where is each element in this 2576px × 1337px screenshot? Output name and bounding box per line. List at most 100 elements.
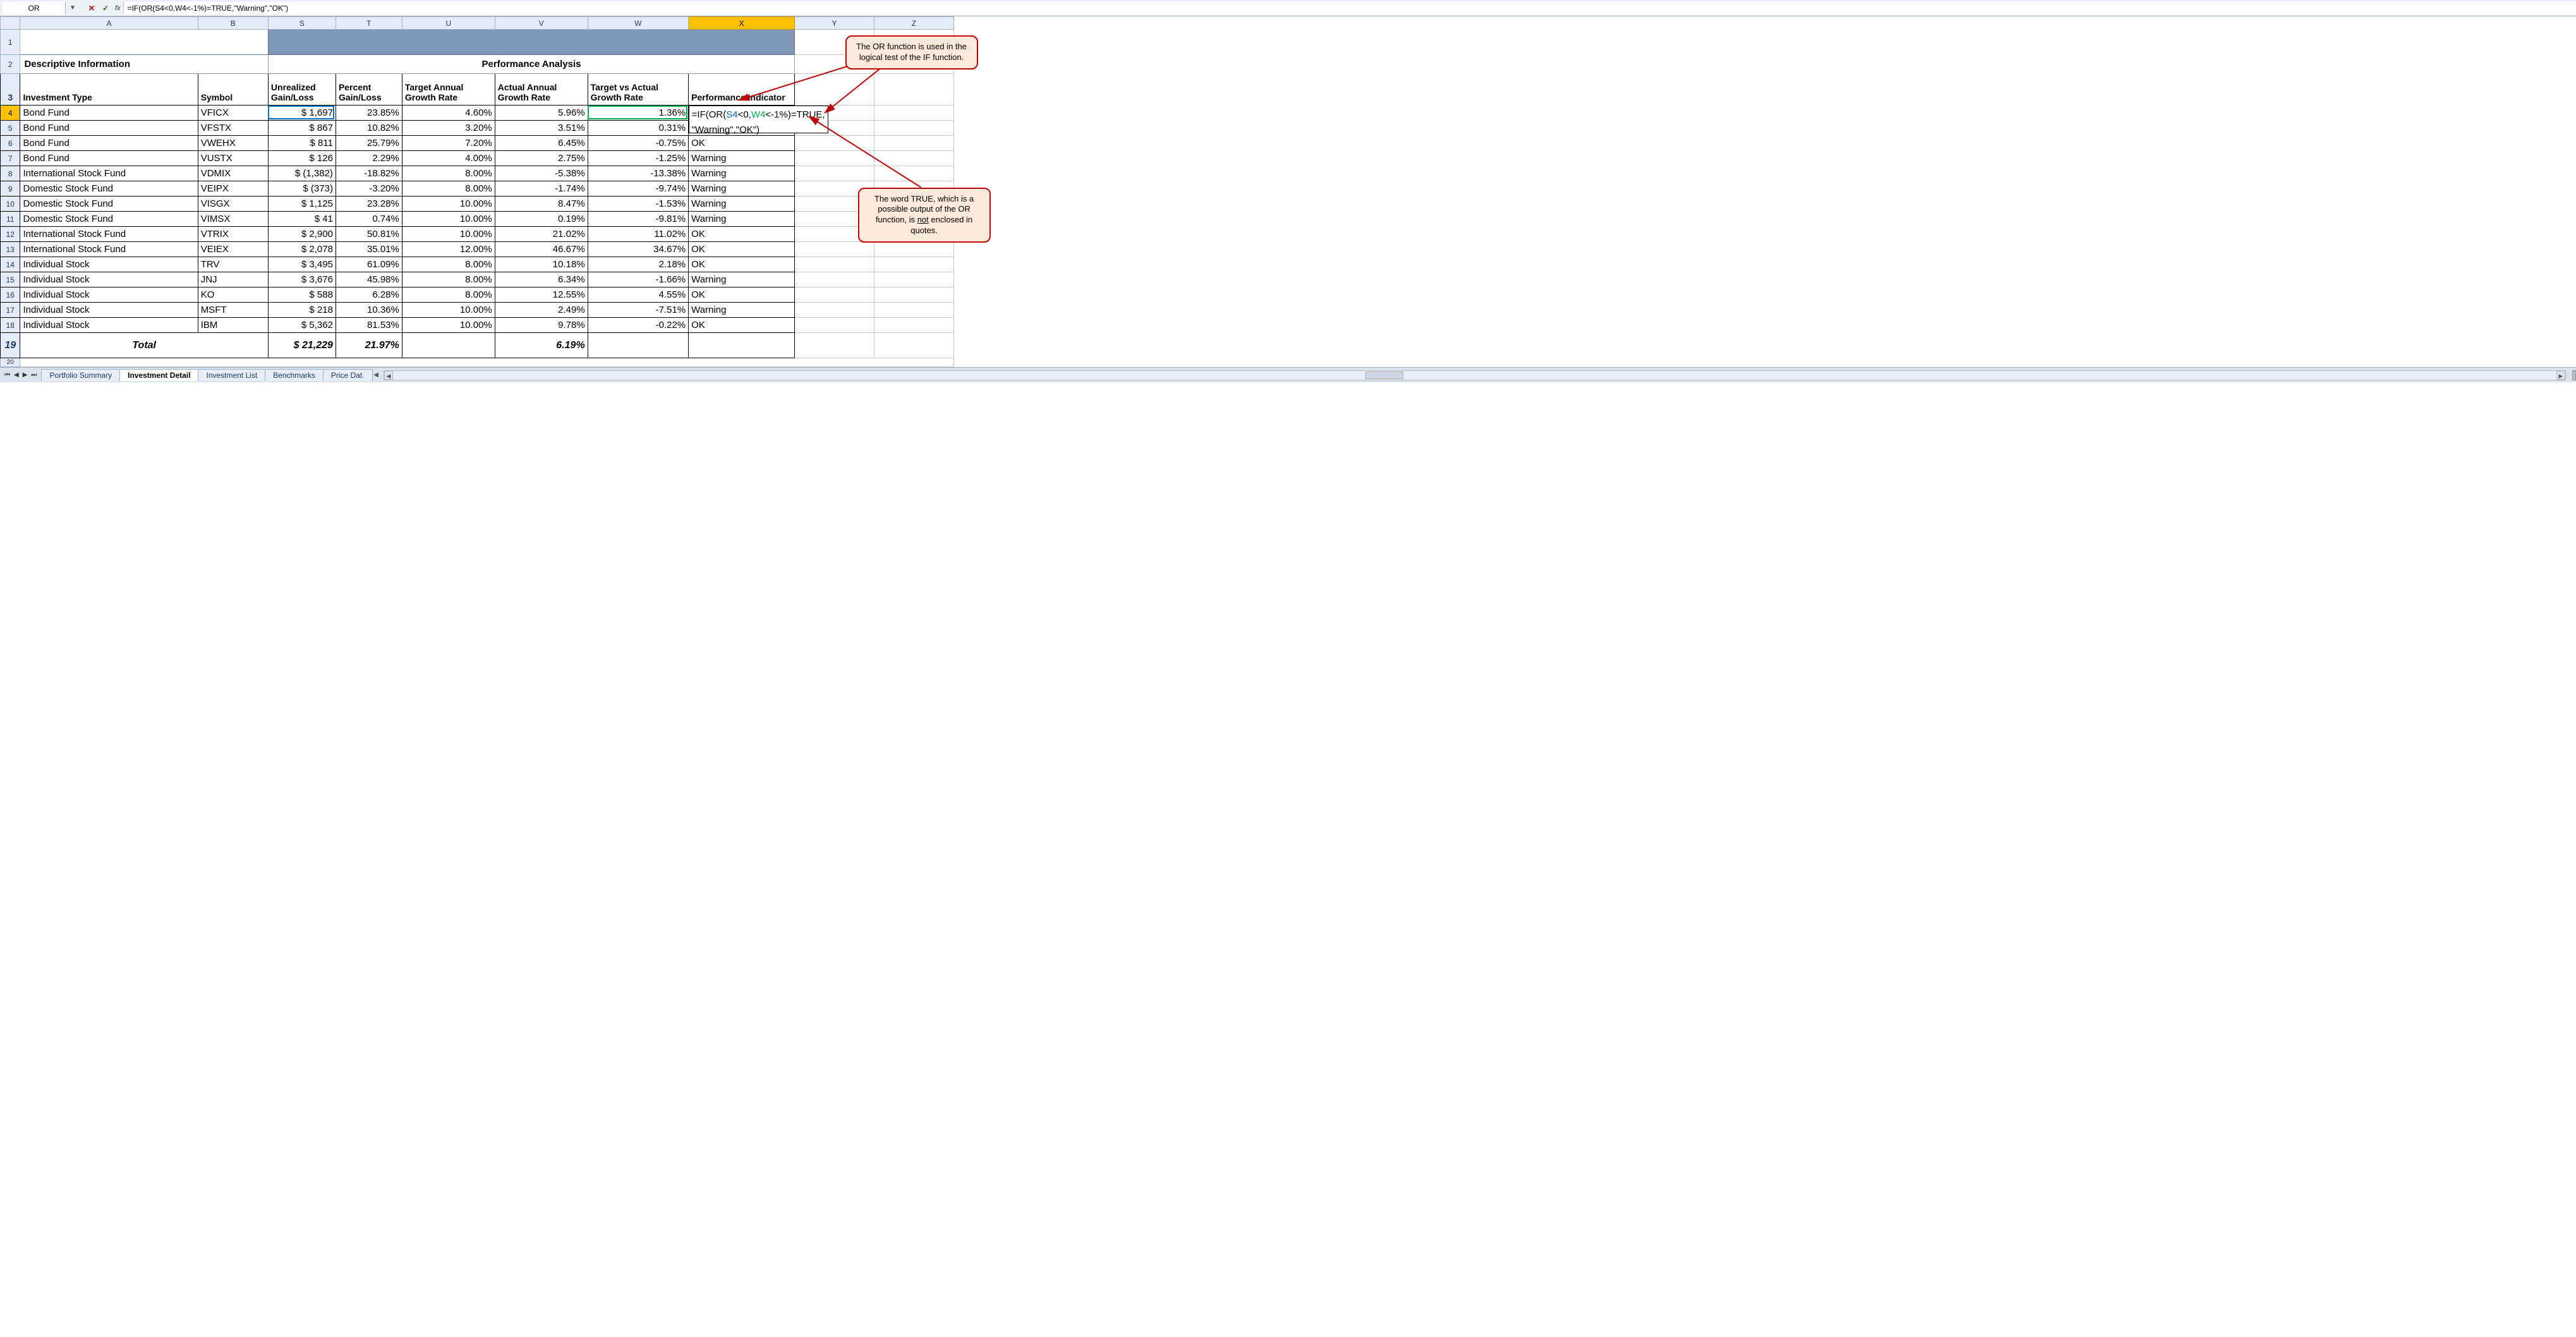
cell-A10[interactable]: Domestic Stock Fund <box>20 197 198 212</box>
cell-T18[interactable]: 81.53% <box>336 318 402 333</box>
header-target-annual-growth[interactable]: Target Annual Growth Rate <box>402 74 495 106</box>
tab-investment-list[interactable]: Investment List <box>198 369 265 381</box>
col-header-T[interactable]: T <box>336 17 402 30</box>
cell-W13[interactable]: 34.67% <box>588 242 689 257</box>
cell-U10[interactable]: 10.00% <box>402 197 495 212</box>
cell-Z8[interactable] <box>874 166 953 181</box>
cell-U12[interactable]: 10.00% <box>402 227 495 242</box>
col-header-A[interactable]: A <box>20 17 198 30</box>
cell-V6[interactable]: 6.45% <box>495 136 588 151</box>
row-header-14[interactable]: 14 <box>1 257 20 272</box>
cell-X15[interactable]: Warning <box>689 272 795 287</box>
cell-Y6[interactable] <box>795 136 874 151</box>
cell-U4[interactable]: 4.60% <box>402 106 495 121</box>
cell-Z7[interactable] <box>874 151 953 166</box>
cell-S16[interactable]: $ 588 <box>268 287 336 303</box>
cell-V4[interactable]: 5.96% <box>495 106 588 121</box>
total-percent[interactable]: 21.97% <box>336 333 402 358</box>
cell-T9[interactable]: -3.20% <box>336 181 402 197</box>
cell-B7[interactable]: VUSTX <box>198 151 268 166</box>
hscroll-split-handle[interactable] <box>2572 370 2576 380</box>
cell-A14[interactable]: Individual Stock <box>20 257 198 272</box>
cell-A13[interactable]: International Stock Fund <box>20 242 198 257</box>
cell-A15[interactable]: Individual Stock <box>20 272 198 287</box>
col-header-W[interactable]: W <box>588 17 689 30</box>
cell-W7[interactable]: -1.25% <box>588 151 689 166</box>
cell-T13[interactable]: 35.01% <box>336 242 402 257</box>
col-header-V[interactable]: V <box>495 17 588 30</box>
cell-X14[interactable]: OK <box>689 257 795 272</box>
cell-X9[interactable]: Warning <box>689 181 795 197</box>
cell-X16[interactable]: OK <box>689 287 795 303</box>
cell-V17[interactable]: 2.49% <box>495 303 588 318</box>
cell-Z6[interactable] <box>874 136 953 151</box>
cell-Z15[interactable] <box>874 272 953 287</box>
cell-W12[interactable]: 11.02% <box>588 227 689 242</box>
cell-V15[interactable]: 6.34% <box>495 272 588 287</box>
cell-edit-overlay[interactable]: =IF(OR(S4<0,W4<-1%)=TRUE, "Warning","OK"… <box>689 106 828 133</box>
cell-A16[interactable]: Individual Stock <box>20 287 198 303</box>
cell-S17[interactable]: $ 218 <box>268 303 336 318</box>
cell-Y8[interactable] <box>795 166 874 181</box>
cell-T15[interactable]: 45.98% <box>336 272 402 287</box>
cell-A5[interactable]: Bond Fund <box>20 121 198 136</box>
total-x[interactable] <box>689 333 795 358</box>
cell-W4[interactable]: 1.36% <box>588 106 689 121</box>
tab-nav-next-icon[interactable]: ▶ <box>21 372 30 378</box>
cell-S10[interactable]: $ 1,125 <box>268 197 336 212</box>
cell-Y7[interactable] <box>795 151 874 166</box>
row-header-2[interactable]: 2 <box>1 55 20 74</box>
col-header-B[interactable]: B <box>198 17 268 30</box>
cell-S18[interactable]: $ 5,362 <box>268 318 336 333</box>
cell-B9[interactable]: VEIPX <box>198 181 268 197</box>
cell-A9[interactable]: Domestic Stock Fund <box>20 181 198 197</box>
cell-Z4[interactable] <box>874 106 953 121</box>
cell-X7[interactable]: Warning <box>689 151 795 166</box>
cell-U8[interactable]: 8.00% <box>402 166 495 181</box>
cell-B15[interactable]: JNJ <box>198 272 268 287</box>
cell-U9[interactable]: 8.00% <box>402 181 495 197</box>
cell-T16[interactable]: 6.28% <box>336 287 402 303</box>
cell-W11[interactable]: -9.81% <box>588 212 689 227</box>
cell-V8[interactable]: -5.38% <box>495 166 588 181</box>
row-header-13[interactable]: 13 <box>1 242 20 257</box>
row-header-4[interactable]: 4 <box>1 106 20 121</box>
cell-V10[interactable]: 8.47% <box>495 197 588 212</box>
cell-Y13[interactable] <box>795 242 874 257</box>
cell-B5[interactable]: VFSTX <box>198 121 268 136</box>
cell-V11[interactable]: 0.19% <box>495 212 588 227</box>
row-header-15[interactable]: 15 <box>1 272 20 287</box>
cell-T10[interactable]: 23.28% <box>336 197 402 212</box>
cell-U14[interactable]: 8.00% <box>402 257 495 272</box>
cell-S9[interactable]: $ (373) <box>268 181 336 197</box>
hscroll-right-icon[interactable]: ▶ <box>2556 371 2565 380</box>
title-cell[interactable]: Personal Investment <box>20 30 268 55</box>
cell-T14[interactable]: 61.09% <box>336 257 402 272</box>
cell-Z18[interactable] <box>874 318 953 333</box>
cell-S8[interactable]: $ (1,382) <box>268 166 336 181</box>
col-header-U[interactable]: U <box>402 17 495 30</box>
row-header-6[interactable]: 6 <box>1 136 20 151</box>
header-investment-type[interactable]: Investment Type <box>20 74 198 106</box>
cell-U11[interactable]: 10.00% <box>402 212 495 227</box>
cell-V16[interactable]: 12.55% <box>495 287 588 303</box>
cell-V18[interactable]: 9.78% <box>495 318 588 333</box>
col-header-Z[interactable]: Z <box>874 17 953 30</box>
cell-S12[interactable]: $ 2,900 <box>268 227 336 242</box>
cell-X17[interactable]: Warning <box>689 303 795 318</box>
tab-nav-first-icon[interactable]: ⏮ <box>3 372 12 378</box>
cell-U7[interactable]: 4.00% <box>402 151 495 166</box>
cell-Y14[interactable] <box>795 257 874 272</box>
cell-X10[interactable]: Warning <box>689 197 795 212</box>
name-box-dropdown-icon[interactable]: ▼ <box>68 4 77 11</box>
cell-U6[interactable]: 7.20% <box>402 136 495 151</box>
cell-T12[interactable]: 50.81% <box>336 227 402 242</box>
cell-A6[interactable]: Bond Fund <box>20 136 198 151</box>
horizontal-scrollbar[interactable]: ◀ ▶ <box>384 370 2566 380</box>
cell-W6[interactable]: -0.75% <box>588 136 689 151</box>
cell-Y17[interactable] <box>795 303 874 318</box>
row-header-7[interactable]: 7 <box>1 151 20 166</box>
cell-S13[interactable]: $ 2,078 <box>268 242 336 257</box>
row-header-18[interactable]: 18 <box>1 318 20 333</box>
cell-W16[interactable]: 4.55% <box>588 287 689 303</box>
